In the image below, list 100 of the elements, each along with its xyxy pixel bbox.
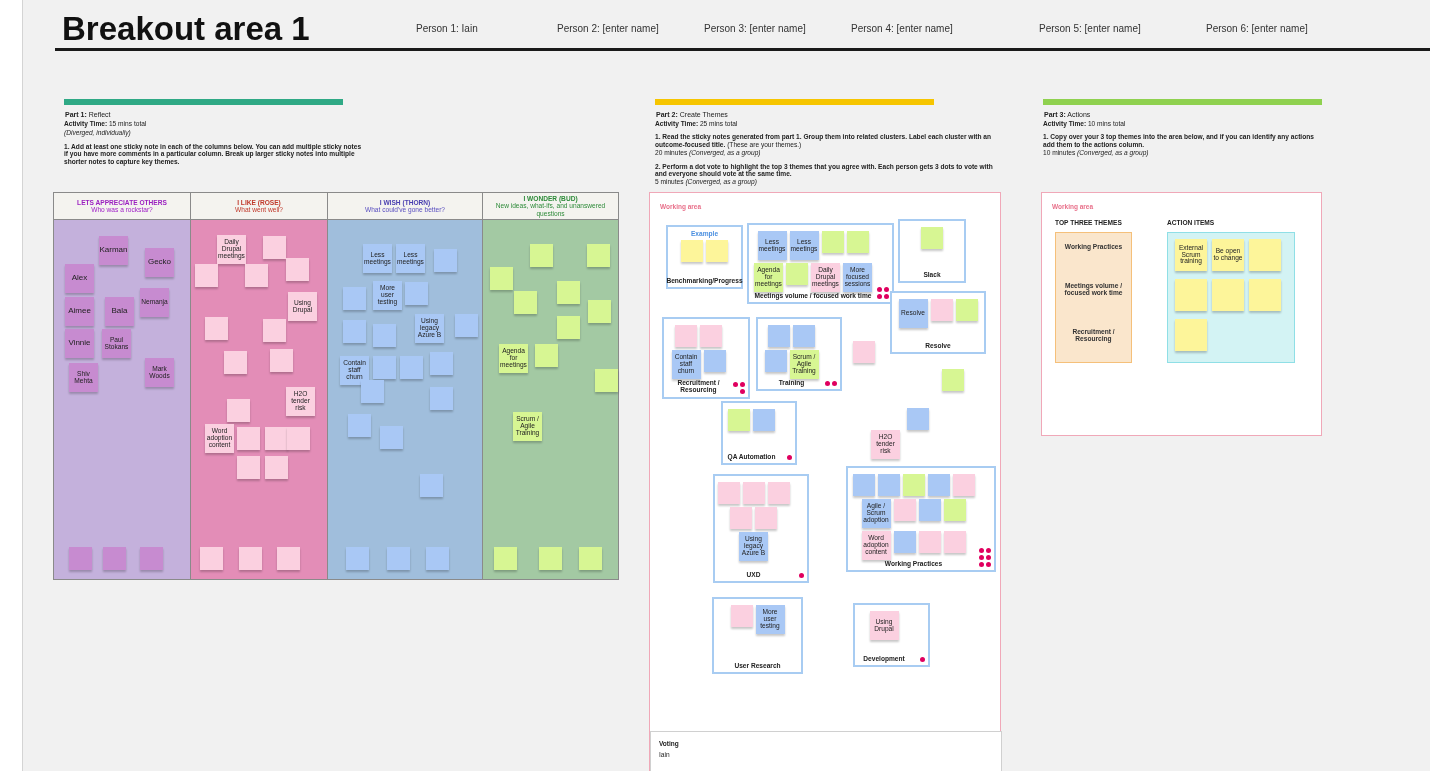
sticky-note[interactable] [1175, 279, 1207, 311]
sticky-note[interactable] [361, 380, 384, 403]
sticky-note[interactable] [530, 244, 553, 267]
sticky-note[interactable] [1175, 319, 1207, 351]
sticky-note[interactable] [373, 324, 396, 347]
sticky-note[interactable] [681, 240, 703, 262]
vote-dot [787, 455, 792, 460]
person-name: Person 5: [enter name] [1039, 21, 1142, 34]
sticky-note[interactable] [535, 344, 558, 367]
sticky-note[interactable] [821, 231, 844, 253]
sticky-note[interactable] [852, 474, 875, 496]
sticky-note[interactable] [103, 547, 126, 570]
sticky-note[interactable] [706, 240, 728, 262]
sticky-note[interactable] [265, 456, 288, 479]
sticky-note[interactable] [907, 408, 929, 430]
sticky-note[interactable] [930, 299, 953, 321]
person-name: Person 6: [enter name] [1206, 21, 1309, 34]
sticky-note[interactable] [224, 351, 247, 374]
sticky-note[interactable] [237, 427, 260, 450]
sticky-note[interactable] [287, 427, 310, 450]
sticky-note[interactable] [270, 349, 293, 372]
sticky-note[interactable] [387, 547, 410, 570]
sticky-note[interactable] [846, 231, 869, 253]
sticky-note[interactable] [343, 320, 366, 343]
sticky-note[interactable] [69, 547, 92, 570]
sticky-note[interactable] [793, 325, 815, 347]
sticky-note[interactable] [588, 300, 611, 323]
sticky-note[interactable] [205, 317, 228, 340]
sticky-note[interactable] [921, 227, 943, 249]
sticky-note[interactable] [579, 547, 602, 570]
sticky-note[interactable] [730, 605, 753, 627]
sticky-note[interactable] [918, 531, 941, 553]
sticky-note[interactable] [277, 547, 300, 570]
sticky-note[interactable] [494, 547, 517, 570]
sticky-note[interactable] [455, 314, 478, 337]
sticky-note[interactable] [426, 547, 449, 570]
sticky-note[interactable]: Alex [65, 264, 94, 293]
sticky-note[interactable] [786, 263, 808, 285]
sticky-note[interactable] [700, 325, 722, 347]
sticky-note[interactable] [1249, 239, 1281, 271]
sticky-note[interactable] [348, 414, 371, 437]
sticky-note[interactable] [764, 350, 787, 372]
sticky-note[interactable] [400, 356, 423, 379]
sticky-note[interactable] [587, 244, 610, 267]
sticky-note[interactable] [955, 299, 978, 321]
sticky-note[interactable]: Gecko [145, 248, 174, 277]
sticky-note[interactable] [245, 264, 268, 287]
sticky-note[interactable]: Aimee [65, 297, 94, 326]
sticky-note[interactable] [943, 531, 966, 553]
sticky-note[interactable] [952, 474, 975, 496]
sticky-note[interactable] [263, 236, 286, 259]
sticky-note[interactable] [557, 316, 580, 339]
sticky-note[interactable] [539, 547, 562, 570]
sticky-note[interactable] [902, 474, 925, 496]
sticky-note[interactable] [239, 547, 262, 570]
sticky-note[interactable] [557, 281, 580, 304]
sticky-note[interactable] [767, 482, 790, 504]
sticky-note[interactable] [380, 426, 403, 449]
sticky-note[interactable] [430, 387, 453, 410]
sticky-note[interactable] [1249, 279, 1281, 311]
sticky-note[interactable]: Bala [105, 297, 134, 326]
sticky-note[interactable] [742, 482, 765, 504]
sticky-note[interactable] [263, 319, 286, 342]
sticky-note[interactable] [703, 350, 726, 372]
sticky-note[interactable] [877, 474, 900, 496]
sticky-note[interactable] [200, 547, 223, 570]
sticky-note[interactable] [1212, 279, 1244, 311]
sticky-note[interactable] [405, 282, 428, 305]
sticky-note[interactable] [286, 258, 309, 281]
sticky-note[interactable] [730, 507, 752, 529]
sticky-note[interactable]: Vinnie [65, 329, 94, 358]
sticky-note[interactable] [768, 325, 790, 347]
vote-dot [825, 381, 830, 387]
sticky-note[interactable] [675, 325, 697, 347]
sticky-note[interactable] [893, 499, 916, 521]
sticky-note[interactable] [346, 547, 369, 570]
sticky-note[interactable] [265, 427, 288, 450]
sticky-note[interactable] [755, 507, 777, 529]
sticky-note[interactable] [195, 264, 218, 287]
sticky-note[interactable] [140, 547, 163, 570]
sticky-note[interactable] [430, 352, 453, 375]
sticky-note[interactable]: Karman [99, 236, 128, 265]
sticky-note[interactable] [595, 369, 618, 392]
sticky-note[interactable] [420, 474, 443, 497]
sticky-note[interactable] [227, 399, 250, 422]
sticky-note[interactable] [373, 356, 396, 379]
sticky-note[interactable] [918, 499, 941, 521]
sticky-note[interactable] [490, 267, 513, 290]
sticky-note[interactable] [893, 531, 916, 553]
sticky-note[interactable] [927, 474, 950, 496]
sticky-note[interactable] [943, 499, 966, 521]
sticky-note[interactable] [514, 291, 537, 314]
sticky-note[interactable] [853, 341, 875, 363]
sticky-note[interactable] [717, 482, 740, 504]
sticky-note[interactable] [237, 456, 260, 479]
sticky-note[interactable] [753, 409, 775, 431]
sticky-note[interactable] [434, 249, 457, 272]
sticky-note[interactable] [728, 409, 750, 431]
sticky-note[interactable] [343, 287, 366, 310]
sticky-note[interactable] [942, 369, 964, 391]
